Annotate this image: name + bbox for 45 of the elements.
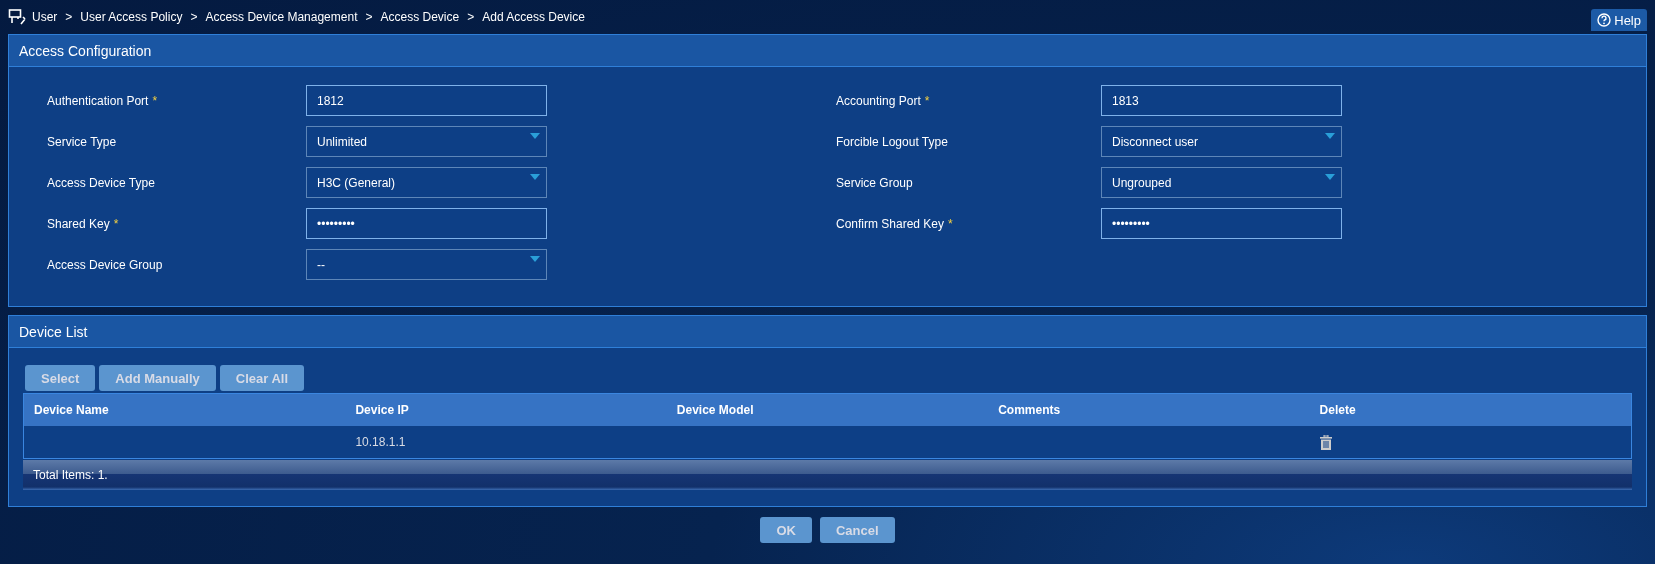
- dropdown-field[interactable]: Unlimited: [306, 126, 547, 157]
- dropdown-caret-icon: [530, 256, 540, 262]
- field-label: Accounting Port *: [836, 93, 931, 108]
- dropdown-caret-icon: [1325, 133, 1335, 139]
- breadcrumb-separator: >: [189, 10, 199, 24]
- field-label: Authentication Port *: [47, 93, 159, 108]
- network-settings-icon: [8, 8, 26, 26]
- total-items-text: Total Items: 1.: [33, 468, 108, 482]
- column-header: Device Name: [33, 403, 110, 417]
- field-label: Confirm Shared Key *: [836, 216, 954, 231]
- help-icon: [1597, 13, 1612, 27]
- breadcrumb-separator: >: [64, 10, 74, 24]
- field-label: Access Device Group: [47, 257, 164, 272]
- dropdown-caret-icon: [1325, 174, 1335, 180]
- breadcrumb-separator: >: [364, 10, 374, 24]
- panel-header: Device List: [9, 316, 1646, 348]
- password-field[interactable]: •••••••••: [1101, 208, 1342, 239]
- help-button[interactable]: Help: [1591, 9, 1647, 31]
- column-header: Comments: [997, 403, 1062, 417]
- breadcrumb-separator: >: [466, 10, 476, 24]
- dropdown-field[interactable]: Ungrouped: [1101, 167, 1342, 198]
- dropdown-caret-icon: [530, 174, 540, 180]
- breadcrumb-item[interactable]: Access Device Management: [205, 10, 358, 24]
- trash-icon[interactable]: [1319, 434, 1332, 450]
- password-field[interactable]: •••••••••: [306, 208, 547, 239]
- breadcrumb-item: Add Access Device: [482, 10, 585, 24]
- column-header: Delete: [1318, 403, 1357, 417]
- field-label: Shared Key *: [47, 216, 120, 231]
- field-label: Service Group: [836, 175, 914, 190]
- dropdown-field[interactable]: H3C (General): [306, 167, 547, 198]
- field-label: Forcible Logout Type: [836, 134, 949, 149]
- table-cell-text: 10.18.1.1: [354, 435, 407, 449]
- column-header: Device Model: [675, 403, 755, 417]
- input-field[interactable]: 1812: [306, 85, 547, 116]
- column-header: Device IP: [354, 403, 410, 417]
- field-label: Access Device Type: [47, 175, 156, 190]
- breadcrumb-item[interactable]: User: [32, 10, 58, 24]
- dropdown-field[interactable]: Disconnect user: [1101, 126, 1342, 157]
- dropdown-caret-icon: [530, 133, 540, 139]
- panel-header: Access Configuration: [9, 35, 1646, 67]
- input-field[interactable]: 1813: [1101, 85, 1342, 116]
- field-label: Service Type: [47, 134, 118, 149]
- breadcrumb-item[interactable]: Access Device: [380, 10, 460, 24]
- breadcrumb-item[interactable]: User Access Policy: [80, 10, 183, 24]
- dropdown-field[interactable]: --: [306, 249, 547, 280]
